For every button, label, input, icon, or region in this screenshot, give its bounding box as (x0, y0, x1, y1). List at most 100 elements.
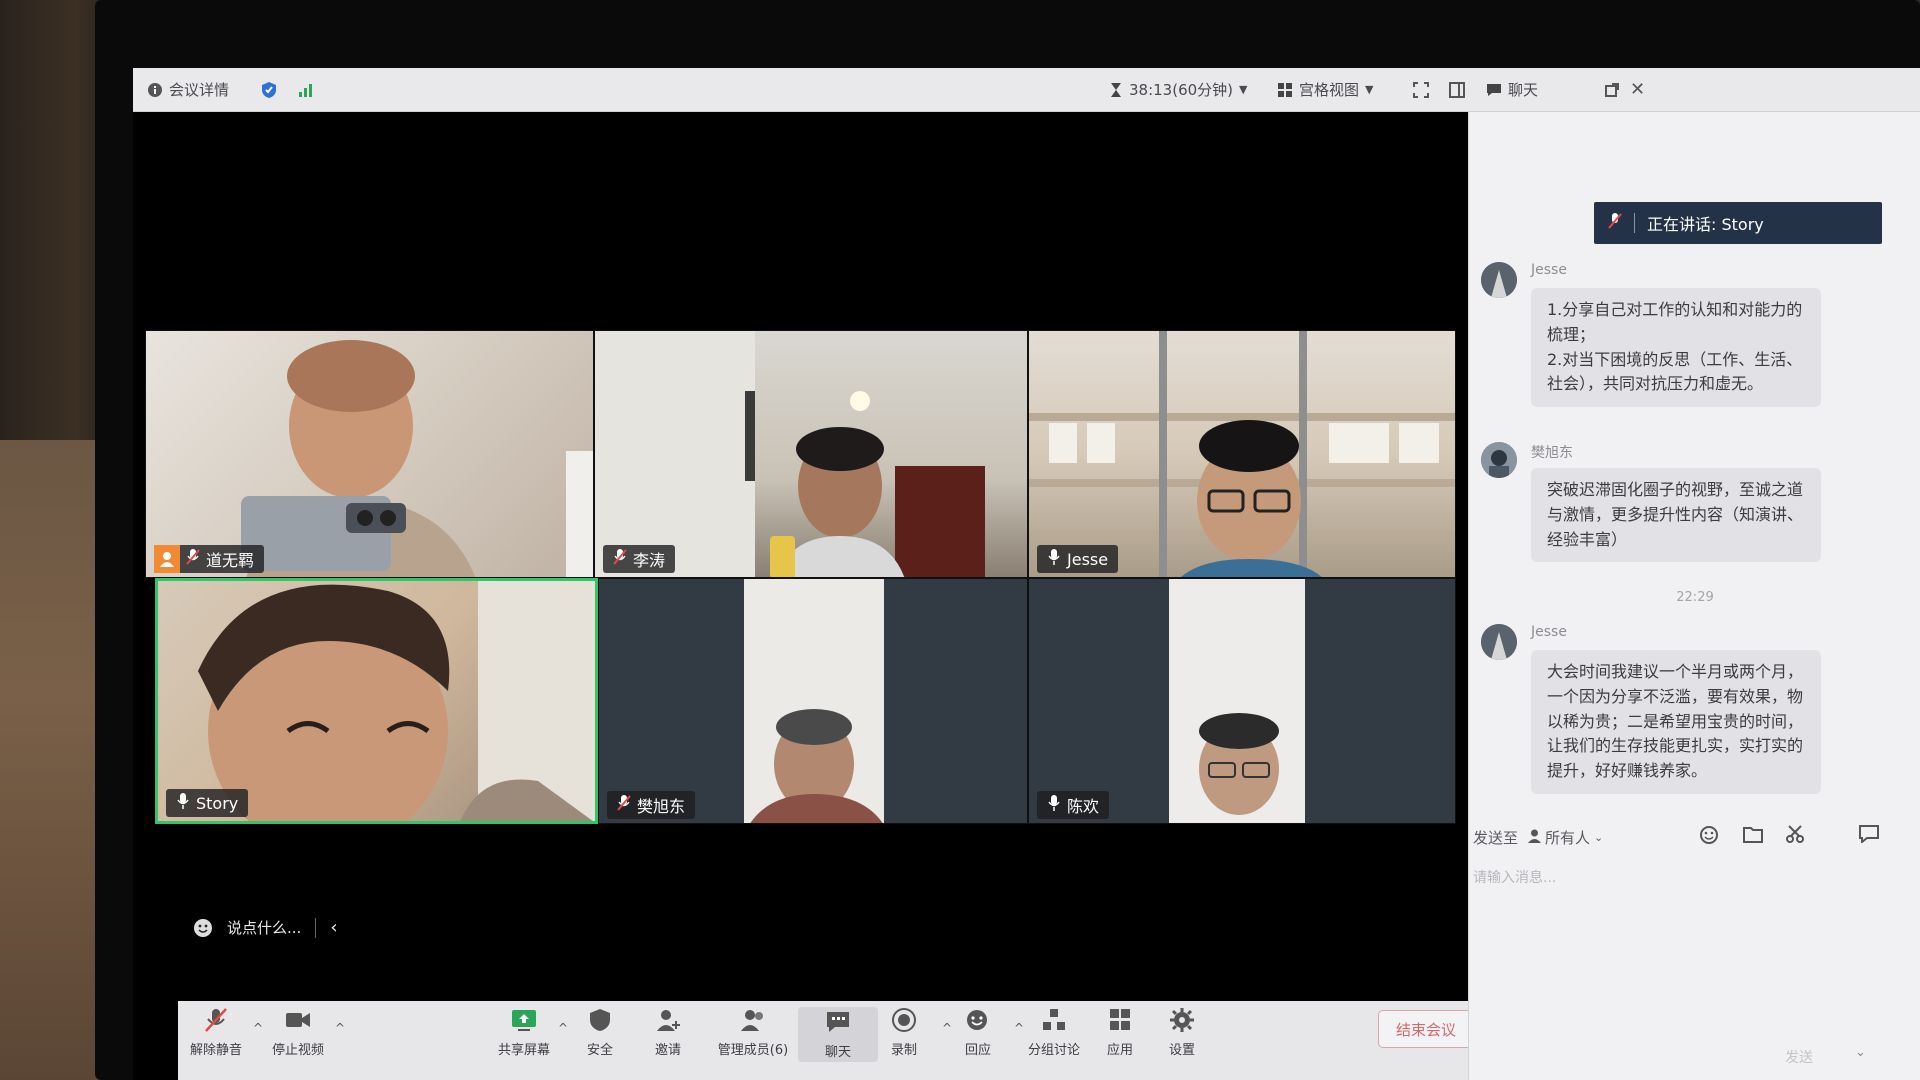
participant-name-tag: Jesse (1037, 545, 1119, 573)
chevron-down-icon[interactable]: ⌄ (1855, 1045, 1866, 1060)
video-camera-icon (286, 1013, 310, 1027)
host-badge-icon (154, 545, 180, 573)
participant-name: 陈欢 (1067, 797, 1100, 816)
breakout-label: 分组讨论 (1027, 1043, 1080, 1058)
side-panel-toggle-icon[interactable] (1449, 81, 1465, 98)
message-sender: Jesse (1531, 624, 1567, 640)
record-button[interactable]: 录制 (864, 1007, 944, 1058)
message-bubble[interactable]: 突破迟滞固化圈子的视野，至诚之道与激情，更多提升性内容（知演讲、经验丰富） (1531, 468, 1821, 563)
mic-muted-icon (617, 794, 631, 816)
speaking-indicator: 正在讲话: Story (1594, 202, 1882, 244)
end-meeting-button[interactable]: 结束会议 (1378, 1010, 1474, 1048)
video-tile[interactable]: 樊旭东 (598, 578, 1028, 824)
unmute-label: 解除静音 (189, 1043, 242, 1058)
speaking-label: 正在讲话: Story (1647, 215, 1764, 234)
title-bar: 会议详情 38:13(60分钟) ▼ 宫格视图 ▼ 聊天 ✕ (133, 68, 1920, 112)
message-bubble[interactable]: 1.分享自己对工作的认知和对能力的梳理； 2.对当下困境的反思（工作、生活、社会… (1531, 288, 1821, 408)
reactions-label: 回应 (964, 1043, 991, 1058)
video-grid: 道无羁 李涛 Jesse Story 樊旭东 陈欢 说点什么... ‹ (133, 112, 1468, 1047)
stop-video-button[interactable]: 停止视频 (258, 1007, 338, 1058)
fullscreen-icon[interactable] (1413, 81, 1429, 98)
invite-user-icon (657, 1010, 680, 1031)
record-label: 录制 (890, 1043, 917, 1058)
participant-video-feed (595, 331, 985, 577)
smiley-icon[interactable] (193, 918, 213, 938)
chat-bubble-icon (827, 1012, 849, 1032)
chat-bubble-icon (1486, 83, 1502, 97)
message-sender: 樊旭东 (1531, 445, 1573, 461)
video-tile[interactable]: 陈欢 (1028, 578, 1456, 824)
chat-history-icon[interactable] (1859, 825, 1881, 847)
invite-label: 邀请 (654, 1043, 681, 1058)
participant-name-tag: 道无羁 (154, 545, 265, 573)
user-icon (1528, 829, 1542, 847)
stop-video-label: 停止视频 (271, 1043, 324, 1058)
unmute-button[interactable]: 解除静音 (176, 1007, 256, 1058)
comment-input[interactable]: 说点什么... (227, 917, 301, 938)
meeting-details-button[interactable]: 会议详情 (147, 79, 229, 100)
chat-tab-label: 聊天 (1508, 81, 1539, 99)
participant-name: 道无羁 (206, 551, 255, 570)
invite-button[interactable]: 邀请 (628, 1007, 708, 1058)
settings-button[interactable]: 设置 (1142, 1007, 1222, 1058)
participant-video-feed (744, 579, 884, 823)
apps-label: 应用 (1106, 1043, 1133, 1058)
chat-label: 聊天 (824, 1045, 851, 1060)
chat-tab[interactable]: 聊天 (1486, 79, 1538, 100)
divider (1634, 213, 1635, 233)
close-icon[interactable]: ✕ (1630, 79, 1645, 100)
chevron-up-icon[interactable]: ^ (335, 1021, 345, 1035)
hourglass-icon (1109, 82, 1123, 98)
settings-label: 设置 (1168, 1043, 1195, 1058)
share-screen-button[interactable]: 共享屏幕 (484, 1007, 564, 1058)
security-label: 安全 (586, 1043, 613, 1058)
participant-name: Jesse (1067, 549, 1109, 569)
participant-name-tag: 樊旭东 (607, 791, 696, 819)
chevron-down-icon: ⌄ (1594, 831, 1604, 844)
send-to-row: 发送至 所有人 ⌄ (1473, 827, 1603, 848)
meeting-timer[interactable]: 38:13(60分钟) ▼ (1109, 79, 1248, 100)
reaction-bar[interactable]: 说点什么... ‹ (193, 917, 338, 938)
video-tile[interactable]: 道无羁 (145, 330, 594, 578)
video-tile[interactable]: Jesse (1028, 330, 1456, 578)
grid-view-icon (1277, 82, 1293, 98)
file-folder-icon[interactable] (1743, 825, 1763, 847)
mic-muted-icon (205, 1008, 227, 1032)
avatar (1481, 624, 1517, 660)
pop-out-icon[interactable] (1605, 82, 1619, 97)
security-shield-icon[interactable] (261, 81, 277, 99)
meeting-window: 会议详情 38:13(60分钟) ▼ 宫格视图 ▼ 聊天 ✕ 道无羁 李涛 Je… (133, 68, 1920, 1080)
shield-icon (590, 1009, 610, 1031)
emoji-picker-icon[interactable] (1699, 825, 1719, 849)
meeting-details-label: 会议详情 (169, 81, 230, 99)
chat-message: Jesse 1.分享自己对工作的认知和对能力的梳理； 2.对当下困境的反思（工作… (1481, 262, 1881, 422)
photo-background: 会议详情 38:13(60分钟) ▼ 宫格视图 ▼ 聊天 ✕ 道无羁 李涛 Je… (0, 0, 1920, 1080)
message-bubble[interactable]: 大会时间我建议一个半月或两个月，一个因为分享不泛滥，要有效果，物以稀为贵；二是希… (1531, 650, 1821, 794)
recipient-select[interactable]: 所有人 ⌄ (1528, 827, 1603, 848)
screenshot-scissors-icon[interactable] (1785, 825, 1805, 847)
video-tile[interactable]: 李涛 (594, 330, 1028, 578)
recipient-label: 所有人 (1545, 829, 1591, 847)
share-screen-icon (512, 1010, 536, 1031)
mic-icon (1047, 794, 1061, 816)
reactions-button[interactable]: 回应 (938, 1007, 1018, 1058)
manage-members-label: 管理成员(6) (717, 1043, 789, 1058)
apps-grid-icon (1110, 1009, 1130, 1030)
send-button[interactable]: 发送 (1785, 1047, 1813, 1067)
send-to-label: 发送至 (1473, 829, 1519, 847)
view-mode-button[interactable]: 宫格视图 ▼ (1277, 79, 1373, 100)
manage-members-button[interactable]: 管理成员(6) (703, 1007, 803, 1058)
participant-video-feed (1169, 579, 1305, 823)
signal-strength-icon[interactable] (298, 83, 314, 97)
collapse-chevron-icon[interactable]: ‹ (330, 917, 337, 938)
participant-name: 李涛 (633, 551, 666, 570)
view-mode-label: 宫格视图 (1299, 81, 1360, 99)
timer-label: 38:13(60分钟) (1129, 81, 1234, 99)
breakout-rooms-icon (1043, 1009, 1065, 1030)
participant-video-feed (241, 340, 593, 577)
mic-icon (176, 792, 190, 814)
video-tile-active-speaker[interactable]: Story (155, 578, 598, 824)
message-input[interactable]: 请输入消息... (1473, 867, 1556, 887)
chevron-down-icon: ▼ (1239, 83, 1248, 96)
participant-video-feed (198, 581, 595, 821)
